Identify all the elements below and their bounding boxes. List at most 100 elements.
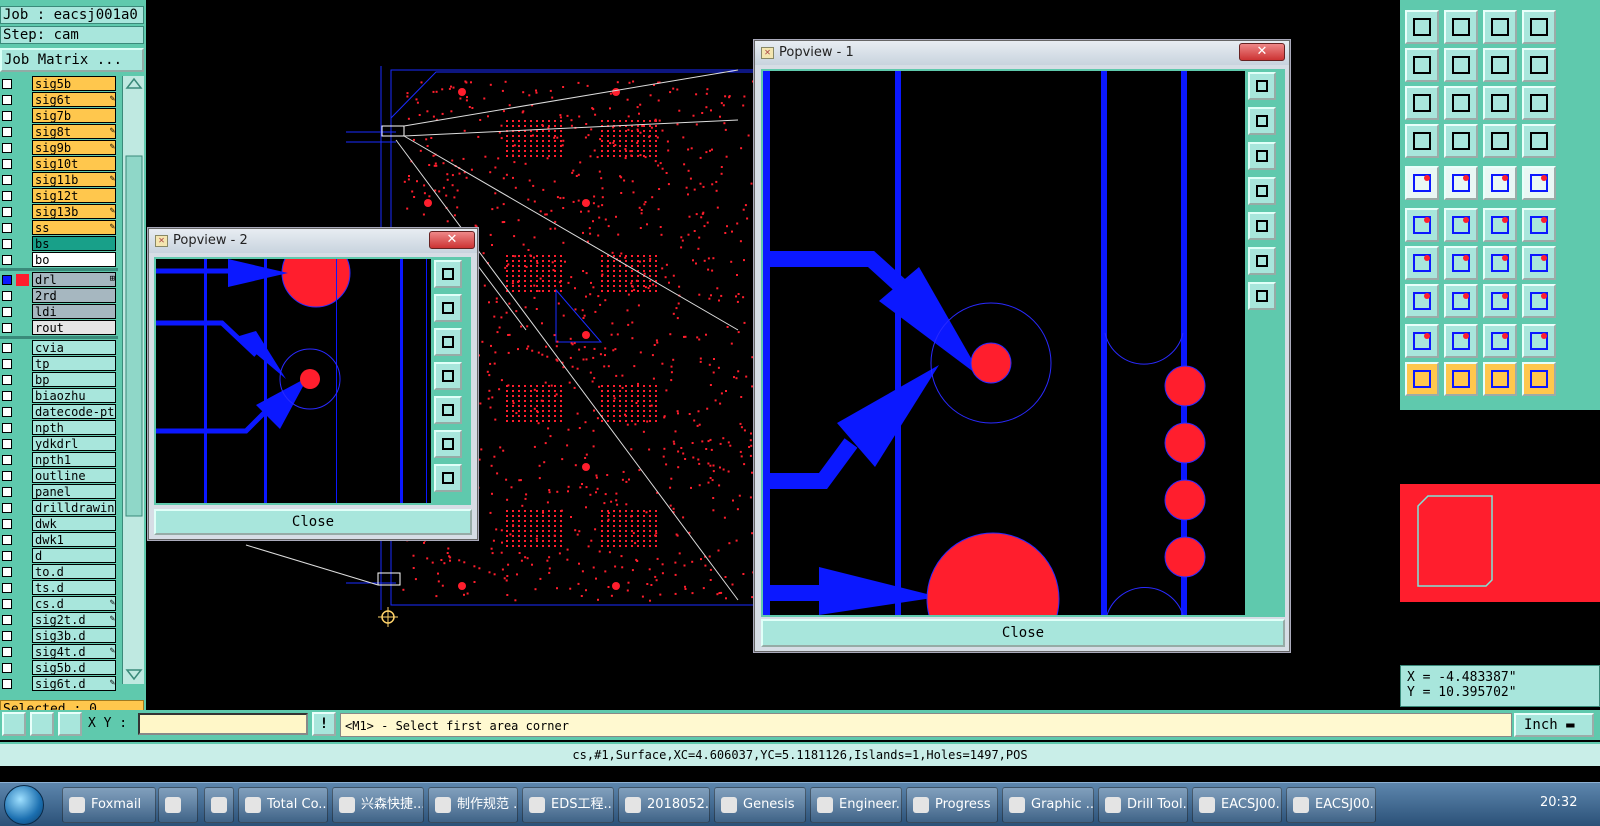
layer-row[interactable]: sig2t.d ✎ <box>0 612 118 628</box>
taskbar-app[interactable]: Genesis <box>714 787 806 823</box>
xy-input[interactable] <box>138 713 308 735</box>
layer-row[interactable]: ss ✎ <box>0 220 118 236</box>
undo-icon[interactable] <box>1483 48 1517 82</box>
taskbar-app[interactable]: Graphic ... <box>1002 787 1094 823</box>
layer-row[interactable]: dwk1 <box>0 532 118 548</box>
taskbar-app[interactable]: Drill Tool... <box>1098 787 1188 823</box>
layer-checkbox[interactable] <box>2 487 12 497</box>
surface-icon[interactable] <box>1405 324 1439 358</box>
home-icon[interactable] <box>1483 10 1517 44</box>
delete-icon[interactable] <box>1444 208 1478 242</box>
layer-checkbox[interactable] <box>2 599 12 609</box>
layer-row[interactable]: cs.d ✎ <box>0 596 118 612</box>
layer-checkbox[interactable] <box>2 423 12 433</box>
taskbar-app[interactable]: EDS工程... <box>522 787 614 823</box>
layer-checkbox[interactable] <box>2 407 12 417</box>
help-icon[interactable] <box>1522 86 1556 120</box>
resize-icon[interactable] <box>1444 284 1478 318</box>
alert-icon[interactable]: ! <box>312 712 336 736</box>
layer-checkbox[interactable] <box>2 391 12 401</box>
zoom-out-button[interactable] <box>1248 247 1276 275</box>
add-pad-icon[interactable] <box>1405 166 1439 200</box>
layer-checkbox[interactable] <box>2 551 12 561</box>
pan-right-button[interactable] <box>1248 212 1276 240</box>
connect-icon[interactable] <box>1405 208 1439 242</box>
taskbar-app[interactable]: 2018052... <box>618 787 710 823</box>
round-pad-icon[interactable] <box>1522 166 1556 200</box>
zoom-fit-button[interactable] <box>1248 72 1276 100</box>
popview-2-close-icon[interactable]: ✕ <box>429 231 475 249</box>
layer-row[interactable]: sig5b.d <box>0 660 118 676</box>
layer-row[interactable]: bp <box>0 372 118 388</box>
layer-checkbox[interactable] <box>2 207 12 217</box>
select-path-icon[interactable] <box>1522 362 1556 396</box>
layer-checkbox[interactable] <box>2 159 12 169</box>
layer-checkbox[interactable] <box>2 143 12 153</box>
taskbar-app[interactable] <box>158 787 198 823</box>
layer-row[interactable]: sig5b <box>0 76 118 92</box>
mirror-icon[interactable] <box>1522 246 1556 280</box>
layer-row[interactable]: npth <box>0 420 118 436</box>
layer-row[interactable]: cvia <box>0 340 118 356</box>
multi-layer-icon[interactable] <box>1483 124 1517 158</box>
pan-left-button[interactable] <box>1248 177 1276 205</box>
pan-left-button[interactable] <box>434 362 462 390</box>
layer-row[interactable]: outline <box>0 468 118 484</box>
layer-list-scrollbar[interactable] <box>122 76 144 684</box>
job-matrix-button[interactable]: Job Matrix ... <box>0 48 144 72</box>
multi-layer-2-icon[interactable] <box>1522 124 1556 158</box>
layer-row[interactable]: sig12t <box>0 188 118 204</box>
layer-checkbox[interactable] <box>2 519 12 529</box>
line-tool-icon[interactable] <box>1405 246 1439 280</box>
layer-checkbox[interactable] <box>2 111 12 121</box>
taskbar-app[interactable]: EACSJ00... <box>1286 787 1376 823</box>
layer-row[interactable]: bs <box>0 236 118 252</box>
layer-checkbox[interactable] <box>2 323 12 333</box>
array-icon[interactable] <box>1483 284 1517 318</box>
layer-row[interactable]: biaozhu <box>0 388 118 404</box>
popview-1-close-icon[interactable]: ✕ <box>1239 43 1285 61</box>
redo-icon[interactable] <box>1522 48 1556 82</box>
layer-checkbox[interactable] <box>2 79 12 89</box>
layer-checkbox[interactable] <box>2 343 12 353</box>
units-select[interactable]: Inch ▬ <box>1514 713 1594 737</box>
taskbar-app[interactable] <box>204 787 234 823</box>
zoom-in-button[interactable] <box>434 464 462 492</box>
layer-row[interactable]: ldi <box>0 304 118 320</box>
layer-checkbox[interactable] <box>2 535 12 545</box>
pointer-icon[interactable] <box>1405 362 1439 396</box>
taskbar-app[interactable]: EACSJ00... <box>1192 787 1282 823</box>
layer-row[interactable]: sig9b ✎ <box>0 140 118 156</box>
layer-checkbox[interactable] <box>2 255 12 265</box>
layer-checkbox[interactable] <box>2 583 12 593</box>
layer-row[interactable]: sig4t.d ✎ <box>0 644 118 660</box>
popview-1-viewport[interactable] <box>761 69 1249 666</box>
move-right-icon[interactable] <box>1444 48 1478 82</box>
layer-row[interactable]: ydkdrl <box>0 436 118 452</box>
zoom-in-button[interactable] <box>1248 282 1276 310</box>
taskbar-app[interactable]: Progress <box>906 787 998 823</box>
layer-row[interactable]: 2rd <box>0 288 118 304</box>
layer-checkbox[interactable] <box>2 359 12 369</box>
layer-checkbox[interactable] <box>2 503 12 513</box>
crosshair-icon[interactable] <box>58 712 82 736</box>
start-button-icon[interactable] <box>4 785 44 825</box>
layout-icon[interactable] <box>1522 10 1556 44</box>
move-feature-icon[interactable] <box>1483 208 1517 242</box>
pan-down-button[interactable] <box>1248 142 1276 170</box>
pan-up-button[interactable] <box>1248 107 1276 135</box>
layer-row[interactable]: d <box>0 548 118 564</box>
layer-checkbox[interactable] <box>2 631 12 641</box>
layer-row[interactable]: sig10t <box>0 156 118 172</box>
layer-row[interactable]: drl ⊞ <box>0 272 118 288</box>
layer-row[interactable]: panel <box>0 484 118 500</box>
layer-checkbox[interactable] <box>2 291 12 301</box>
layer-checkbox[interactable] <box>2 127 12 137</box>
layer-checkbox[interactable] <box>2 567 12 577</box>
move-down-icon[interactable] <box>1444 10 1478 44</box>
layer-row[interactable]: sig8t ✎ <box>0 124 118 140</box>
layer-row[interactable]: sig13b ✎ <box>0 204 118 220</box>
layer-row[interactable]: sig11b ✎ <box>0 172 118 188</box>
arrow-up-icon[interactable] <box>1444 324 1478 358</box>
copy-feature-icon[interactable] <box>1522 208 1556 242</box>
